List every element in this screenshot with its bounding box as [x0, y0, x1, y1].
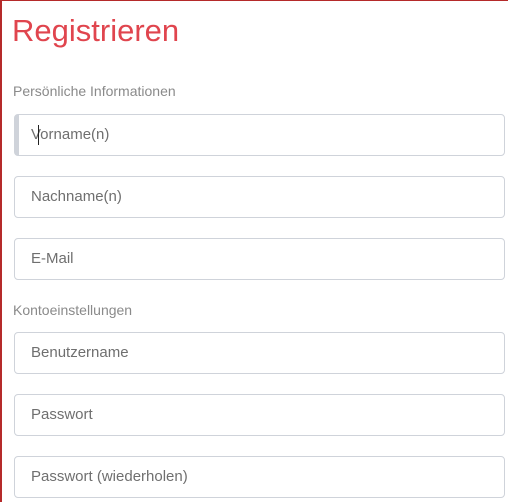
first-name-placeholder: Vorname(n)	[31, 126, 110, 143]
text-caret	[38, 125, 39, 145]
email-field[interactable]: E-Mail	[14, 238, 505, 280]
first-name-field[interactable]: Vorname(n)	[14, 114, 505, 156]
page-title: Registrieren	[12, 13, 180, 48]
password-field[interactable]: Passwort	[14, 394, 505, 436]
password-repeat-field[interactable]: Passwort (wiederholen)	[14, 456, 505, 498]
password-placeholder: Passwort	[31, 406, 93, 423]
username-field[interactable]: Benutzername	[14, 332, 505, 374]
section-label-account-settings: Kontoeinstellungen	[13, 302, 133, 318]
last-name-field[interactable]: Nachname(n)	[14, 176, 505, 218]
password-repeat-placeholder: Passwort (wiederholen)	[31, 468, 188, 485]
section-label-personal-info: Persönliche Informationen	[13, 83, 176, 99]
last-name-placeholder: Nachname(n)	[31, 188, 122, 205]
email-placeholder: E-Mail	[31, 250, 74, 267]
username-placeholder: Benutzername	[31, 344, 129, 361]
registration-form: Registrieren Persönliche Informationen V…	[0, 0, 508, 502]
